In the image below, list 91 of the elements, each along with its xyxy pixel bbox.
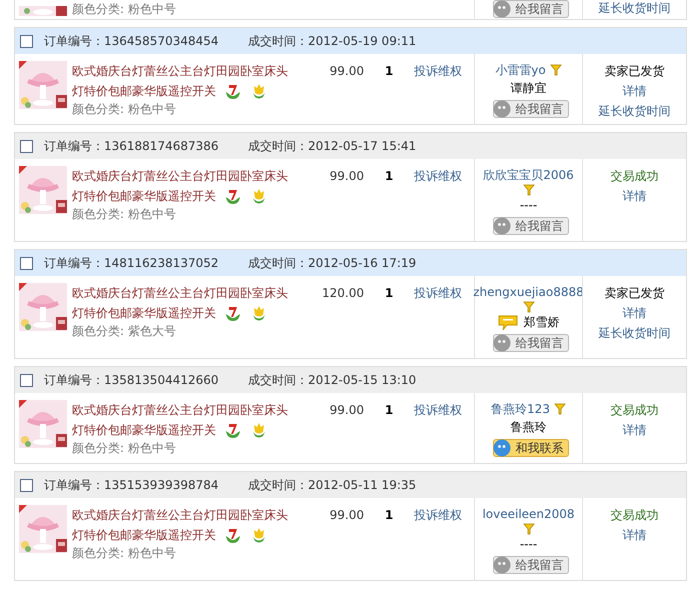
order-number: 订单编号：135813504412660 <box>44 372 220 389</box>
complaint-link[interactable]: 投诉维权 <box>414 508 462 522</box>
guarantee-icon <box>224 187 242 205</box>
price: 99.00 <box>330 63 364 80</box>
filter-icon[interactable] <box>550 64 562 76</box>
deal-time: 成交时间：2012-05-17 15:41 <box>248 138 416 155</box>
product-title[interactable]: 欧式婚庆台灯蕾丝公主台灯田园卧室床头 <box>72 61 288 81</box>
details-link[interactable]: 详情 <box>622 186 646 206</box>
buyer-name: 郑雪娇 <box>524 314 560 331</box>
order-number: 订单编号：136188174687386 <box>44 138 220 155</box>
message-button[interactable]: 给我留言 <box>492 0 568 18</box>
guarantee-icon <box>224 526 242 544</box>
product-title[interactable]: 灯特价包邮豪华版遥控开关 <box>72 525 216 545</box>
filter-icon[interactable] <box>554 403 566 415</box>
quantity: 1 <box>384 63 394 80</box>
item-variant: 颜色分类: 粉色中号 <box>72 101 177 118</box>
complaint-link[interactable]: 投诉维权 <box>414 403 462 417</box>
product-title[interactable]: 欧式婚庆台灯蕾丝公主台灯田园卧室床头 <box>72 505 288 525</box>
face-icon <box>492 217 510 235</box>
details-link[interactable]: 详情 <box>622 420 646 440</box>
product-title[interactable]: 灯特价包邮豪华版遥控开关 <box>72 420 216 440</box>
message-button[interactable]: 给我留言 <box>492 217 568 235</box>
order-status: 卖家已发货 <box>604 285 664 302</box>
order-status: 交易成功 <box>610 168 658 185</box>
product-title[interactable]: 欧式婚庆台灯蕾丝公主台灯田园卧室床头 <box>72 400 288 420</box>
price: 120.00 <box>322 285 364 302</box>
face-icon <box>492 100 510 118</box>
buyer-name: 谭静宜 <box>510 80 546 97</box>
extend-receipt-link[interactable]: 延长收货时间 <box>598 323 670 343</box>
face-icon <box>492 334 510 352</box>
order-number: 订单编号：135153939398784 <box>44 477 220 494</box>
guarantee-icon <box>224 304 242 322</box>
speech-bubble-icon[interactable] <box>498 314 518 330</box>
details-link[interactable]: 详情 <box>622 303 646 323</box>
quantity: 1 <box>384 285 394 302</box>
checkbox[interactable] <box>20 374 33 386</box>
buyer-nickname[interactable]: zhengxuejiao8888 <box>473 283 584 301</box>
order-status: 卖家已发货 <box>604 63 664 80</box>
item-variant: 颜色分类: 粉色中号 <box>72 2 176 16</box>
deal-time: 成交时间：2012-05-11 19:35 <box>248 477 416 494</box>
price: 99.00 <box>330 168 364 185</box>
deal-time: 成交时间：2012-05-15 13:10 <box>248 372 416 389</box>
extend-receipt-link[interactable]: 延长收货时间 <box>598 1 670 15</box>
extend-receipt-link[interactable]: 延长收货时间 <box>598 101 670 121</box>
item-variant: 颜色分类: 紫色大号 <box>72 323 177 340</box>
complaint-link[interactable]: 投诉维权 <box>414 286 462 300</box>
checkbox[interactable] <box>20 34 33 48</box>
checkbox[interactable] <box>20 140 33 152</box>
complaint-link[interactable]: 投诉维权 <box>414 64 462 78</box>
price: 99.00 <box>330 402 364 419</box>
filter-icon[interactable] <box>522 523 534 535</box>
quantity: 1 <box>384 507 394 524</box>
deal-time: 成交时间：2012-05-19 09:11 <box>248 33 416 50</box>
filter-icon[interactable] <box>522 301 534 313</box>
order-number: 订单编号：136458570348454 <box>44 33 220 50</box>
complaint-link[interactable]: 投诉维权 <box>414 169 462 183</box>
item-variant: 颜色分类: 粉色中号 <box>72 440 177 457</box>
message-button[interactable]: 给我留言 <box>492 556 568 574</box>
product-title[interactable]: 欧式婚庆台灯蕾丝公主台灯田园卧室床头 <box>72 283 288 303</box>
item-variant: 颜色分类: 粉色中号 <box>72 206 177 223</box>
quantity: 1 <box>384 168 394 185</box>
buyer-name: ---- <box>520 197 538 214</box>
details-link[interactable]: 详情 <box>622 525 646 545</box>
product-title[interactable]: 欧式婚庆台灯蕾丝公主台灯田园卧室床头 <box>72 166 288 186</box>
checkbox[interactable] <box>20 256 33 270</box>
message-button[interactable]: 给我留言 <box>492 100 568 118</box>
product-title[interactable]: 灯特价包邮豪华版遥控开关 <box>72 81 216 101</box>
guarantee-icon <box>224 82 242 100</box>
buyer-nickname[interactable]: 小雷雷yo <box>495 61 546 79</box>
product-title[interactable]: 灯特价包邮豪华版遥控开关 <box>72 303 216 323</box>
order-status: 交易成功 <box>610 402 658 419</box>
price: 99.00 <box>330 507 364 524</box>
buyer-nickname[interactable]: 欣欣宝宝贝2006 <box>483 166 574 184</box>
filter-icon[interactable] <box>522 184 534 196</box>
message-button[interactable]: 和我联系 <box>492 439 568 457</box>
buyer-nickname[interactable]: loveeileen2008 <box>482 505 575 523</box>
order-status: 交易成功 <box>610 507 658 524</box>
face-icon <box>492 556 510 574</box>
item-variant: 颜色分类: 粉色中号 <box>72 545 177 562</box>
order-number: 订单编号：148116238137052 <box>44 255 220 272</box>
buyer-name: 鲁燕玲 <box>510 419 546 436</box>
face-icon <box>492 439 510 457</box>
quantity: 1 <box>384 402 394 419</box>
message-button[interactable]: 给我留言 <box>492 334 568 352</box>
buyer-name: ---- <box>520 536 538 553</box>
guarantee-icon <box>224 421 242 439</box>
checkbox[interactable] <box>20 478 33 492</box>
details-link[interactable]: 详情 <box>622 81 646 101</box>
buyer-nickname[interactable]: 鲁燕玲123 <box>491 400 550 418</box>
product-title[interactable]: 灯特价包邮豪华版遥控开关 <box>72 186 216 206</box>
deal-time: 成交时间：2012-05-16 17:19 <box>248 255 416 272</box>
